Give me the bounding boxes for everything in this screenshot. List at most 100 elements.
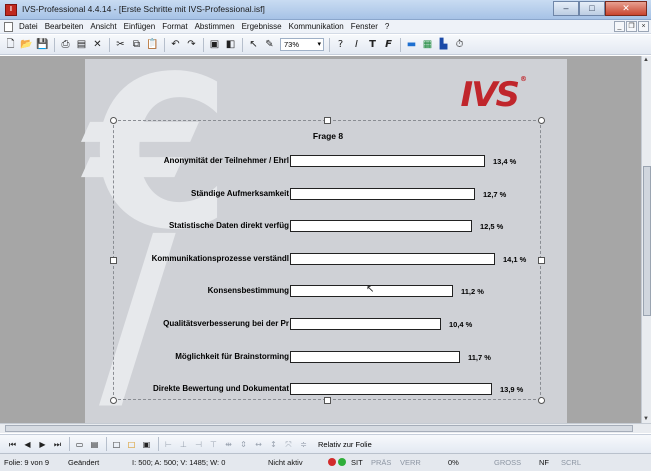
doc-restore-button[interactable]: ❐ <box>626 21 637 32</box>
slide-sorter-icon[interactable]: ▤ <box>88 438 101 451</box>
align-top-icon[interactable]: ⊤ <box>207 438 220 451</box>
align-center-icon[interactable]: ⊥ <box>177 438 190 451</box>
resize-handle-bottom[interactable] <box>324 397 331 404</box>
undo-icon[interactable]: ↶ <box>168 37 183 52</box>
window-controls: – □ ✕ <box>553 1 647 17</box>
scroll-up-icon[interactable]: ▲ <box>643 57 649 63</box>
slide[interactable]: € / IVS ® Frage 8 Anonymität der Teilnehm… <box>85 56 567 423</box>
main-toolbar: 🗋 📂 💾 ⎙ ▤ ✕ ✂ ⧉ 📋 ↶ ↷ ▣ ◧ ↖ ✎ 73% ? I T … <box>0 35 651 55</box>
font-f-icon[interactable]: F <box>381 37 396 52</box>
bar-value-label: 12,5 % <box>480 222 504 231</box>
slide-view-icon[interactable]: ▭ <box>73 438 86 451</box>
italic-icon[interactable]: I <box>349 37 364 52</box>
bar-value-label: 12,7 % <box>483 190 507 199</box>
chart-gradient-icon[interactable]: ▬ <box>404 37 419 52</box>
question-icon[interactable]: ? <box>333 37 348 52</box>
bar-label: Ständige Aufmerksamkeit <box>191 189 289 198</box>
frame-icon[interactable]: □ <box>110 438 123 451</box>
same-size-icon[interactable]: ⤧ <box>282 438 295 451</box>
next-slide-icon[interactable]: ▶ <box>36 438 49 451</box>
pen-icon[interactable]: ✎ <box>262 37 277 52</box>
chart-3d-icon[interactable]: ▦ <box>420 37 435 52</box>
status-leds <box>328 458 347 467</box>
menu-abstimmen[interactable]: Abstimmen <box>195 22 235 31</box>
distribute-vertical-icon[interactable]: ⇕ <box>237 438 250 451</box>
first-slide-icon[interactable]: ⏮ <box>6 438 19 451</box>
cut-icon[interactable]: ✂ <box>113 37 128 52</box>
pointer-icon[interactable]: ↖ <box>246 37 261 52</box>
open-icon[interactable]: 📂 <box>19 37 34 52</box>
resize-handle-top-left[interactable] <box>110 117 117 124</box>
insert-slide-icon[interactable]: ▣ <box>207 37 222 52</box>
align-left-icon[interactable]: ⊢ <box>162 438 175 451</box>
bar-value-label: 13,4 % <box>493 157 517 166</box>
distribute-horizontal-icon[interactable]: ⇹ <box>222 438 235 451</box>
last-slide-icon[interactable]: ⏭ <box>51 438 64 451</box>
bar-label: Möglichkeit für Brainstorming <box>175 352 289 361</box>
bar <box>290 220 472 232</box>
bar-value-label: 13,9 % <box>500 385 524 394</box>
menu-fenster[interactable]: Fenster <box>351 22 378 31</box>
same-height-icon[interactable]: ↕ <box>267 438 280 451</box>
resize-handle-right[interactable] <box>538 257 545 264</box>
window-title: IVS-Professional 4.4.14 - [Erste Schritt… <box>22 4 265 14</box>
toolbar-separator <box>400 37 401 52</box>
vertical-scroll-thumb[interactable] <box>643 166 651 316</box>
toolbar-separator <box>329 37 330 52</box>
scroll-down-icon[interactable]: ▼ <box>643 416 649 422</box>
bar-label: Kommunikationsprozesse verständl <box>151 254 289 263</box>
redo-icon[interactable]: ↷ <box>184 37 199 52</box>
highlight-frame-icon[interactable]: □ <box>125 438 138 451</box>
horizontal-scroll-thumb[interactable] <box>5 425 633 432</box>
bar <box>290 155 485 167</box>
status-gross: GROSS <box>494 458 522 467</box>
properties-icon[interactable]: ▤ <box>74 37 89 52</box>
toolbar-separator <box>164 37 165 52</box>
menu-format[interactable]: Format <box>162 22 187 31</box>
copy-icon[interactable]: ⧉ <box>129 37 144 52</box>
bar-label: Statistische Daten direkt verfüg <box>168 221 289 230</box>
previous-slide-icon[interactable]: ◀ <box>21 438 34 451</box>
status-slide-count: Folie: 9 von 9 <box>4 458 50 467</box>
zoom-dropdown[interactable]: 73% <box>280 38 324 51</box>
menu-ergebnisse[interactable]: Ergebnisse <box>242 22 282 31</box>
doc-close-button[interactable]: × <box>638 21 649 32</box>
document-icon[interactable] <box>4 21 13 32</box>
save-icon[interactable]: 💾 <box>35 37 50 52</box>
align-right-icon[interactable]: ⊣ <box>192 438 205 451</box>
bar <box>290 383 492 395</box>
bar-label: Anonymität der Teilnehmer / Ehrl <box>163 156 289 165</box>
layout-icon[interactable]: ▣ <box>140 438 153 451</box>
close-button[interactable]: ✕ <box>605 1 647 16</box>
space-equally-icon[interactable]: ≑ <box>297 438 310 451</box>
doc-minimize-button[interactable]: _ <box>614 21 625 32</box>
menu-ansicht[interactable]: Ansicht <box>90 22 116 31</box>
resize-handle-bottom-left[interactable] <box>110 397 117 404</box>
ivs-logo: IVS ® <box>460 75 527 115</box>
same-width-icon[interactable]: ↔ <box>252 438 265 451</box>
new-icon[interactable]: 🗋 <box>3 37 18 52</box>
vertical-scrollbar[interactable]: ▲ ▼ <box>641 56 651 423</box>
bar-label: Konsensbestimmung <box>207 286 289 295</box>
menu-kommunikation[interactable]: Kommunikation <box>289 22 344 31</box>
menu-bearbeiten[interactable]: Bearbeiten <box>45 22 84 31</box>
maximize-button[interactable]: □ <box>579 1 605 16</box>
resize-handle-bottom-right[interactable] <box>538 397 545 404</box>
duplicate-slide-icon[interactable]: ◧ <box>223 37 238 52</box>
minimize-button[interactable]: – <box>553 1 579 16</box>
menu-einfuegen[interactable]: Einfügen <box>124 22 156 31</box>
bold-t-icon[interactable]: T <box>365 37 380 52</box>
print-icon[interactable]: ⎙ <box>58 37 73 52</box>
paste-icon[interactable]: 📋 <box>145 37 160 52</box>
resize-handle-top-right[interactable] <box>538 117 545 124</box>
resize-handle-top[interactable] <box>324 117 331 124</box>
bar-chart-icon[interactable]: ▙ <box>436 37 451 52</box>
delete-icon[interactable]: ✕ <box>90 37 105 52</box>
timer-icon[interactable]: ⏱ <box>452 37 467 52</box>
ivs-app-icon[interactable]: I <box>5 4 17 16</box>
relative-to-slide-label[interactable]: Relativ zur Folie <box>318 440 372 449</box>
horizontal-scrollbar[interactable] <box>0 423 651 433</box>
mouse-cursor: ↖ <box>366 284 375 295</box>
menu-help[interactable]: ? <box>385 22 389 31</box>
menu-datei[interactable]: Datei <box>19 22 38 31</box>
